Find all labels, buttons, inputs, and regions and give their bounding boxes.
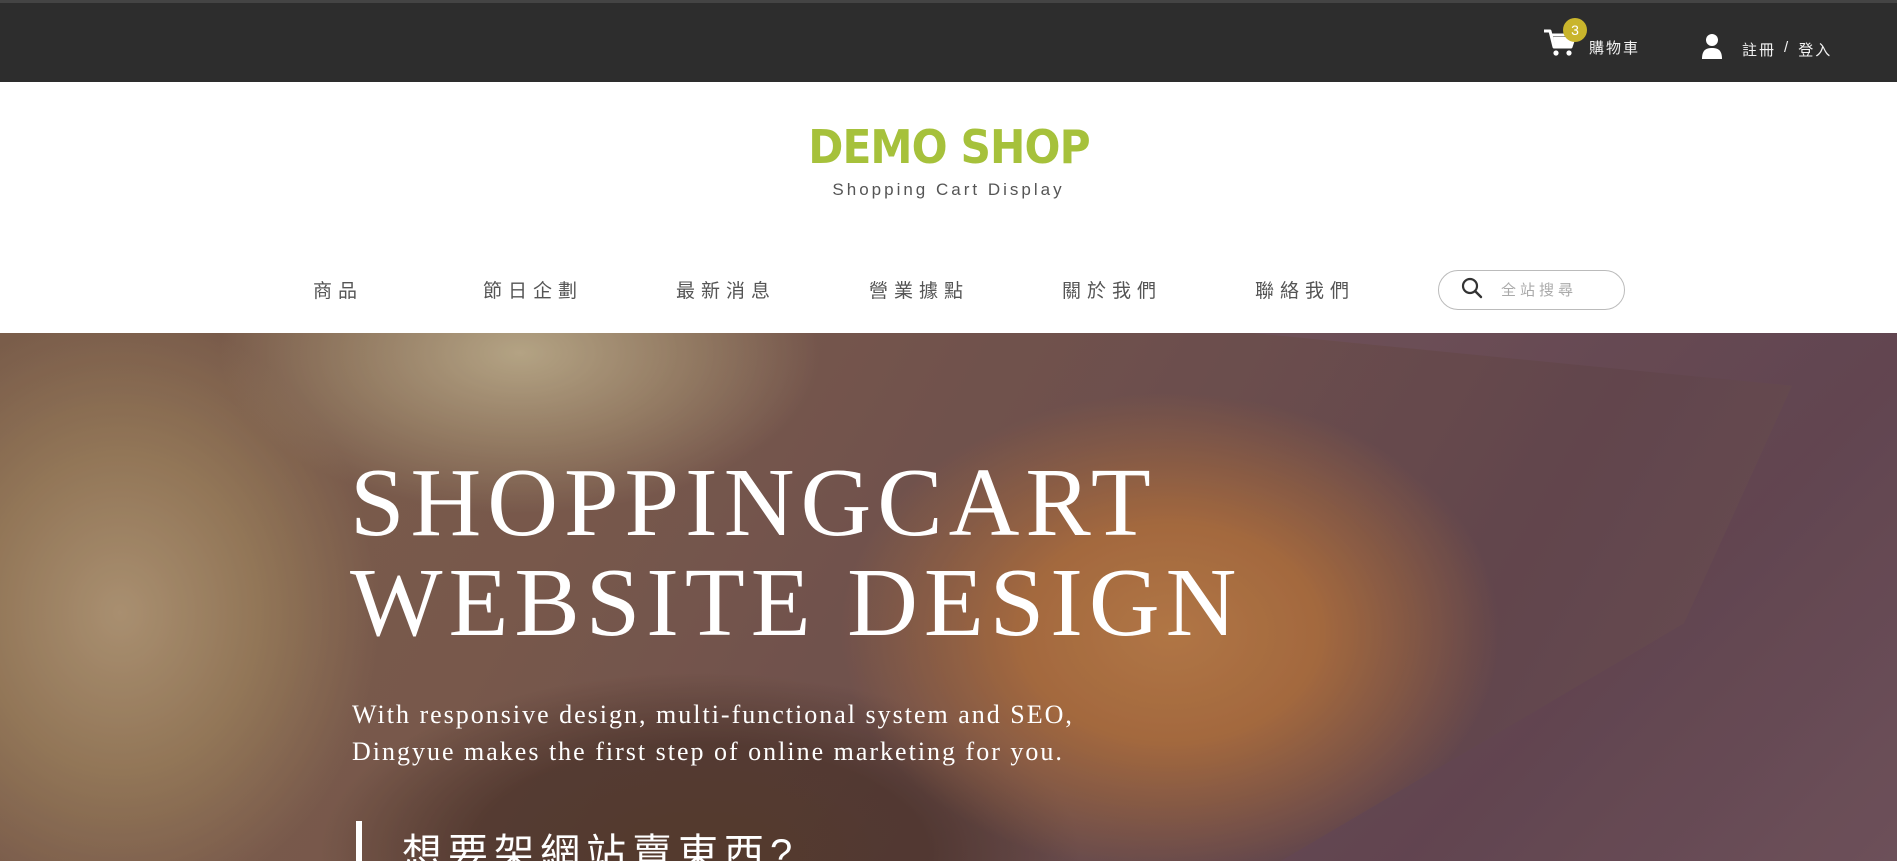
hero-subtitle-line-1: With responsive design, multi-functional… [352,700,1074,729]
account-area: 註冊 / 登入 [1700,29,1832,65]
cart-count-badge: 3 [1563,18,1587,42]
hero-title: SHOPPINGCART WEBSITE DESIGN [350,453,1242,653]
nav-item-contact[interactable]: 聯絡我們 [1255,276,1355,303]
user-icon [1700,33,1724,61]
site-search [1438,270,1625,310]
nav-item-about[interactable]: 關於我們 [1062,276,1162,303]
hero-question: 想要架網站賣東西? [356,821,798,861]
login-link[interactable]: 登入 [1798,39,1832,60]
cart-link[interactable]: 3 購物車 [1543,18,1641,61]
nav-item-locations[interactable]: 營業據點 [869,276,969,303]
hero-title-line-1: SHOPPINGCART [350,449,1157,557]
register-link[interactable]: 註冊 [1742,39,1776,60]
cart-icon: 3 [1543,18,1587,58]
hero-title-line-2: WEBSITE DESIGN [350,549,1243,657]
hero-subtitle: With responsive design, multi-functional… [352,696,1074,770]
site-tagline: Shopping Cart Display [832,180,1065,199]
site-header: DEMO SHOP Shopping Cart Display [0,120,1897,200]
top-bar: 3 購物車 註冊 / 登入 [0,0,1897,82]
main-nav: 商品 節日企劃 最新消息 營業據點 關於我們 聯絡我們 [0,270,1897,310]
nav-item-news[interactable]: 最新消息 [676,276,776,303]
search-input[interactable] [1501,281,1611,299]
account-separator: / [1784,38,1791,56]
hero-banner: SHOPPINGCART WEBSITE DESIGN With respons… [0,333,1897,861]
hero-subtitle-line-2: Dingyue makes the first step of online m… [352,737,1064,766]
search-icon[interactable] [1461,277,1483,304]
nav-item-holiday-events[interactable]: 節日企劃 [483,276,583,303]
site-logo[interactable]: DEMO SHOP [808,120,1090,174]
cart-label: 購物車 [1589,39,1641,57]
nav-item-products[interactable]: 商品 [313,276,363,303]
